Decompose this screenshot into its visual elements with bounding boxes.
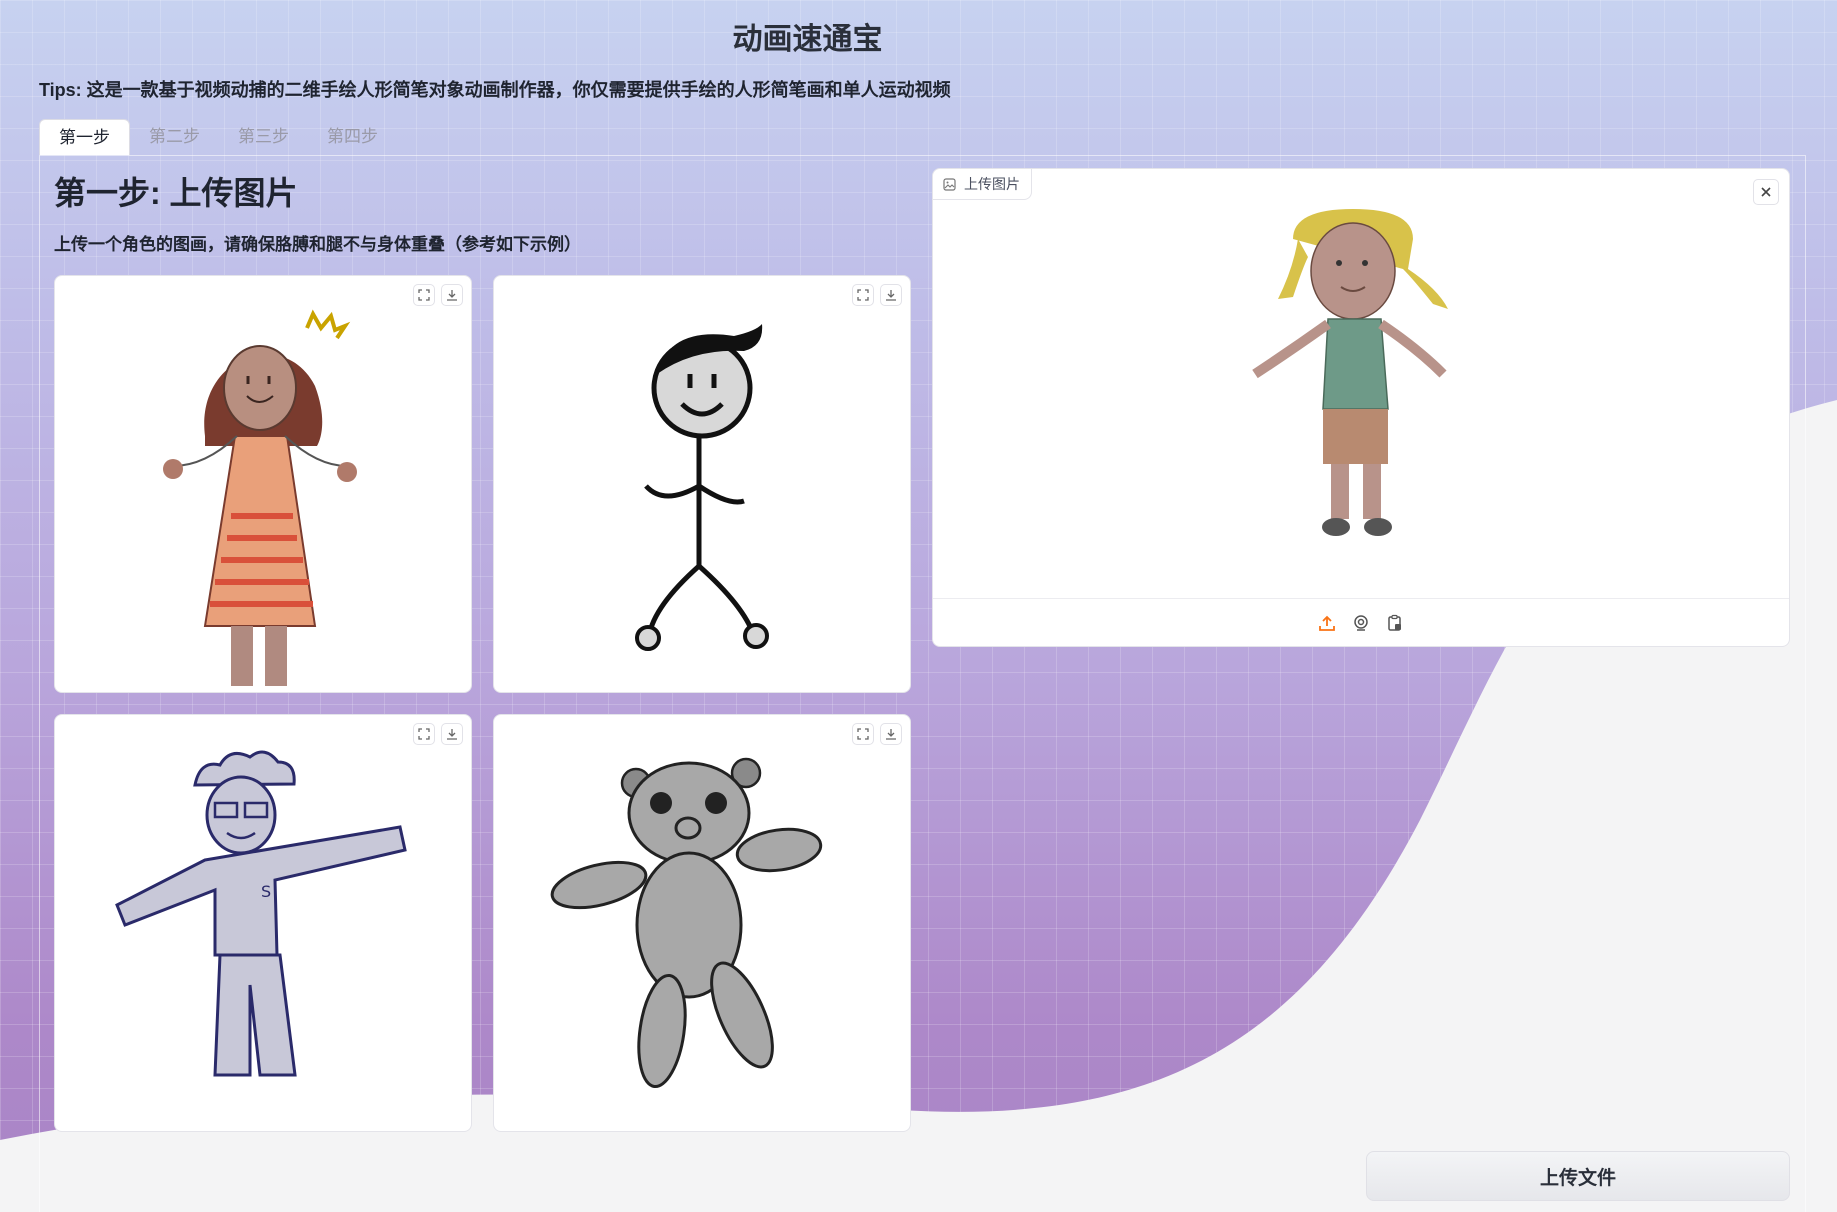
stick-figure-drawing-icon — [635, 324, 769, 651]
upload-icon — [1319, 615, 1335, 631]
webcam-source-button[interactable] — [1350, 612, 1372, 634]
download-icon — [886, 729, 896, 740]
card-actions — [852, 723, 902, 745]
step-description: 上传一个角色的图画，请确保胳膊和腿不与身体重叠（参考如下示例） — [54, 235, 581, 254]
example-image-girl[interactable] — [54, 275, 472, 693]
tab-step-3[interactable]: 第三步 — [219, 119, 308, 155]
example-image-boy[interactable]: S — [54, 714, 472, 1132]
download-icon — [447, 729, 457, 740]
uploaded-girl-drawing-icon — [1252, 209, 1448, 536]
webcam-icon — [1354, 614, 1368, 631]
teddy-bear-drawing-icon — [550, 757, 823, 1089]
clipboard-icon — [1388, 614, 1401, 631]
close-icon — [1761, 187, 1771, 197]
example-image-teddy-bear[interactable] — [493, 714, 911, 1132]
download-icon — [886, 290, 896, 301]
fullscreen-button[interactable] — [852, 284, 874, 306]
upload-label: 上传图片 — [933, 169, 1032, 200]
upload-file-button[interactable]: 上传文件 — [1366, 1151, 1790, 1201]
tips-text: Tips: 这是一款基于视频动捕的二维手绘人形简笔对象动画制作器，你仅需要提供手… — [39, 80, 951, 100]
card-actions — [413, 284, 463, 306]
fullscreen-icon — [418, 289, 430, 301]
download-button[interactable] — [441, 723, 463, 745]
download-button[interactable] — [880, 284, 902, 306]
step-title: 第一步: 上传图片 — [54, 175, 298, 211]
clipboard-source-button[interactable] — [1384, 612, 1406, 634]
boy-drawing-icon: S — [115, 750, 407, 1077]
fullscreen-icon — [857, 728, 869, 740]
step-tabs: 第一步 第二步 第三步 第四步 — [39, 119, 397, 155]
card-actions — [413, 723, 463, 745]
clear-image-button[interactable] — [1753, 179, 1779, 205]
download-button[interactable] — [441, 284, 463, 306]
fullscreen-icon — [857, 289, 869, 301]
girl-drawing-icon — [163, 309, 357, 686]
upload-label-text: 上传图片 — [964, 176, 1020, 192]
fullscreen-button[interactable] — [413, 723, 435, 745]
tab-step-4[interactable]: 第四步 — [308, 119, 397, 155]
card-actions — [852, 284, 902, 306]
download-icon — [447, 290, 457, 301]
tab-step-2[interactable]: 第二步 — [130, 119, 219, 155]
example-image-stick-figure[interactable] — [493, 275, 911, 693]
download-button[interactable] — [880, 723, 902, 745]
fullscreen-button[interactable] — [413, 284, 435, 306]
image-upload-box[interactable]: 上传图片 — [932, 168, 1790, 647]
upload-source-button[interactable] — [1316, 612, 1338, 634]
image-icon — [943, 177, 956, 191]
svg-text:S: S — [261, 882, 271, 901]
fullscreen-icon — [418, 728, 430, 740]
tab-step-1[interactable]: 第一步 — [39, 119, 130, 155]
upload-source-bar — [933, 598, 1789, 646]
app-title: 动画速通宝 — [732, 23, 883, 56]
fullscreen-button[interactable] — [852, 723, 874, 745]
